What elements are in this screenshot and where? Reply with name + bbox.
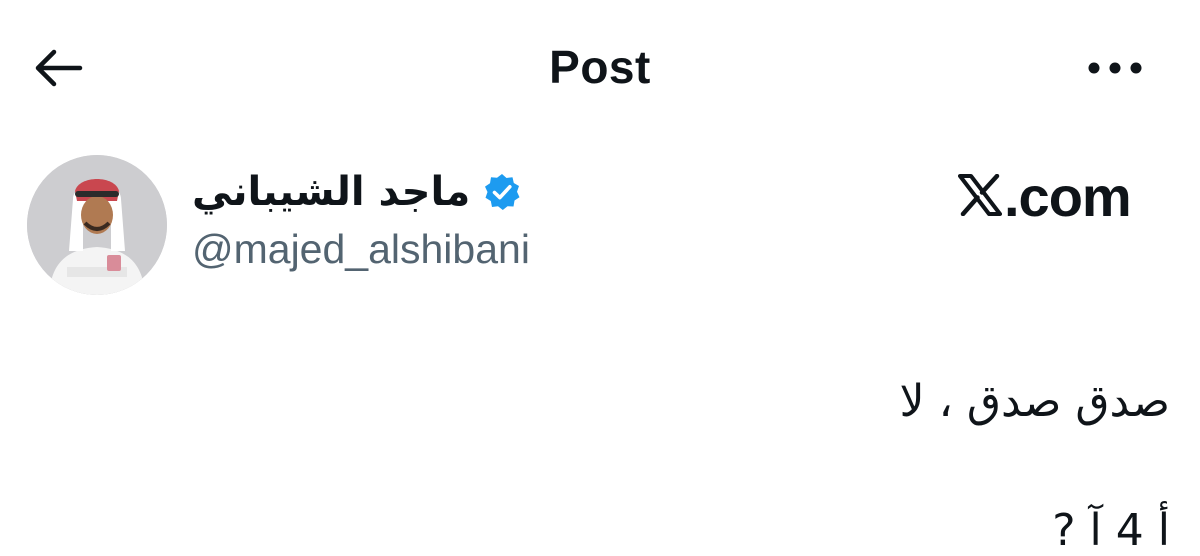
top-bar: Post xyxy=(0,0,1200,130)
author-display-name[interactable]: ماجد الشيباني xyxy=(192,169,470,215)
avatar[interactable] xyxy=(27,155,167,295)
more-options-button[interactable] xyxy=(1080,40,1150,96)
watermark-text: .com xyxy=(1004,165,1132,228)
post-text-line-1: صدق صدق ، لا xyxy=(899,376,1170,427)
verified-badge-icon xyxy=(485,174,520,210)
page-title: Post xyxy=(549,41,651,93)
x-com-watermark: .com xyxy=(958,164,1132,229)
x-logo-icon xyxy=(958,174,1002,216)
author-name-row: ماجد الشيباني xyxy=(192,162,522,222)
author-handle[interactable]: @majed_alshibani xyxy=(192,226,530,273)
more-horizontal-icon xyxy=(1088,62,1142,74)
post-text-line-2: أ 4 آ ? xyxy=(1052,505,1170,556)
profile-photo xyxy=(27,155,167,295)
